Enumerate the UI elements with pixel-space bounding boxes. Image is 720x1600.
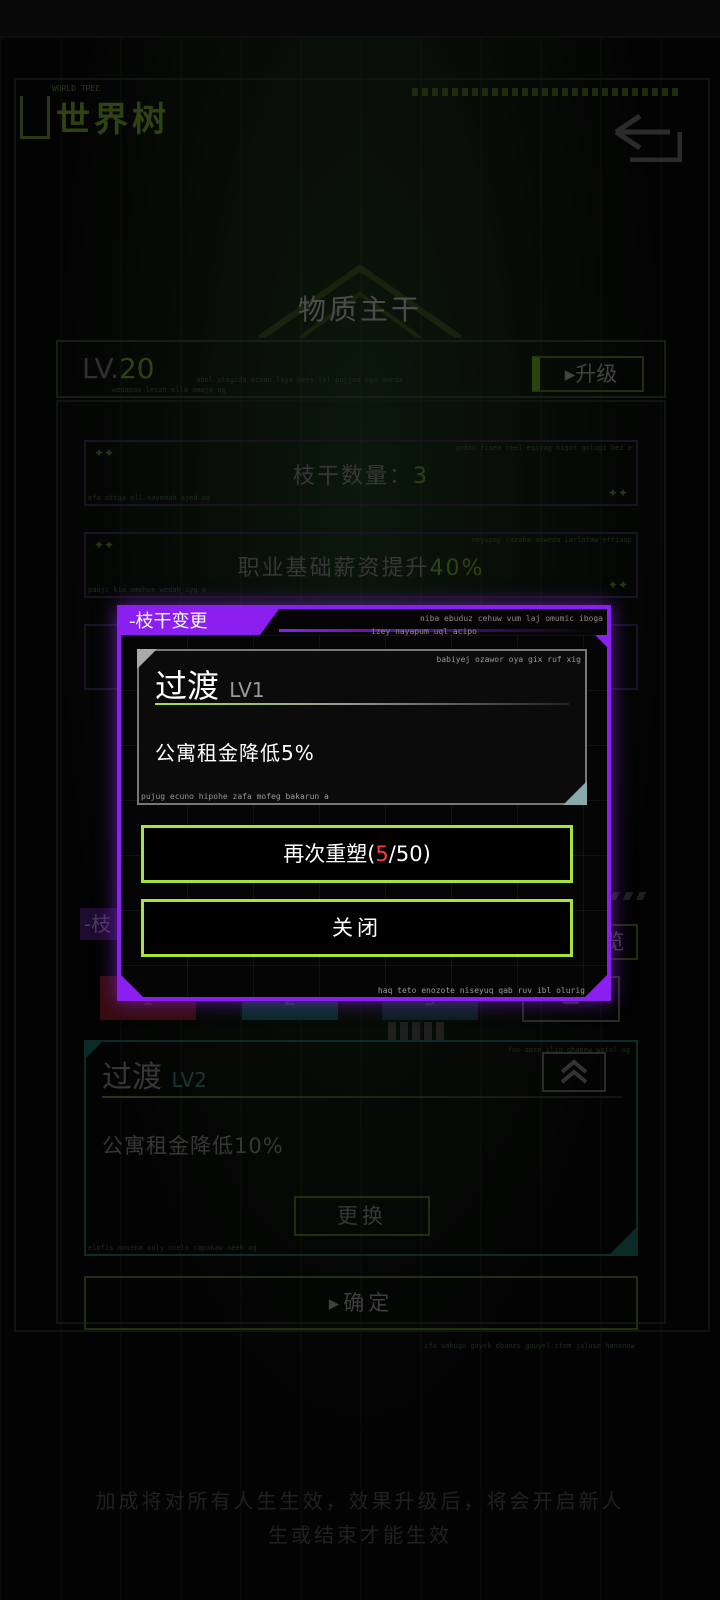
dialog-tab-label: -枝干变更: [121, 609, 279, 635]
dialog-deco-text: izey nayapum uql acipo: [371, 627, 477, 636]
dialog-corner: [583, 973, 609, 999]
card-deco-text: pujug ecuno hipohe zafa mofeg bakarun a: [141, 792, 329, 801]
effect-description: 公寓租金降低5%: [155, 741, 315, 765]
close-button[interactable]: 关闭: [141, 899, 573, 957]
card-deco-text: babiyej ozawor oya gix ruf xig: [436, 655, 582, 664]
reshape-total: /50): [388, 842, 431, 866]
reshape-label: 再次重塑: [283, 842, 368, 866]
reshape-count: 5: [375, 842, 389, 866]
dialog-deco-text: haq teto enozote niseyuq qab ruv ibl olu…: [377, 986, 585, 995]
effect-title-text: 过渡: [155, 667, 220, 705]
dialog-corner: [119, 973, 145, 999]
dialog-deco-text: niba ebuduz cehuw vum laj omumic iboga: [419, 614, 603, 623]
effect-level: LV1: [229, 678, 265, 702]
branch-change-dialog: -枝干变更 niba ebuduz cehuw vum laj omumic i…: [117, 605, 611, 1001]
card-corner: [137, 649, 157, 669]
dialog-corner: [595, 635, 609, 649]
effect-card: babiyej ozawor oya gix ruf xig 过渡 LV1 公寓…: [137, 649, 587, 805]
effect-divider: [155, 703, 569, 705]
reshape-again-button[interactable]: 再次重塑(5/50): [141, 825, 573, 883]
card-corner: [563, 781, 587, 805]
effect-title: 过渡 LV1: [155, 661, 265, 707]
